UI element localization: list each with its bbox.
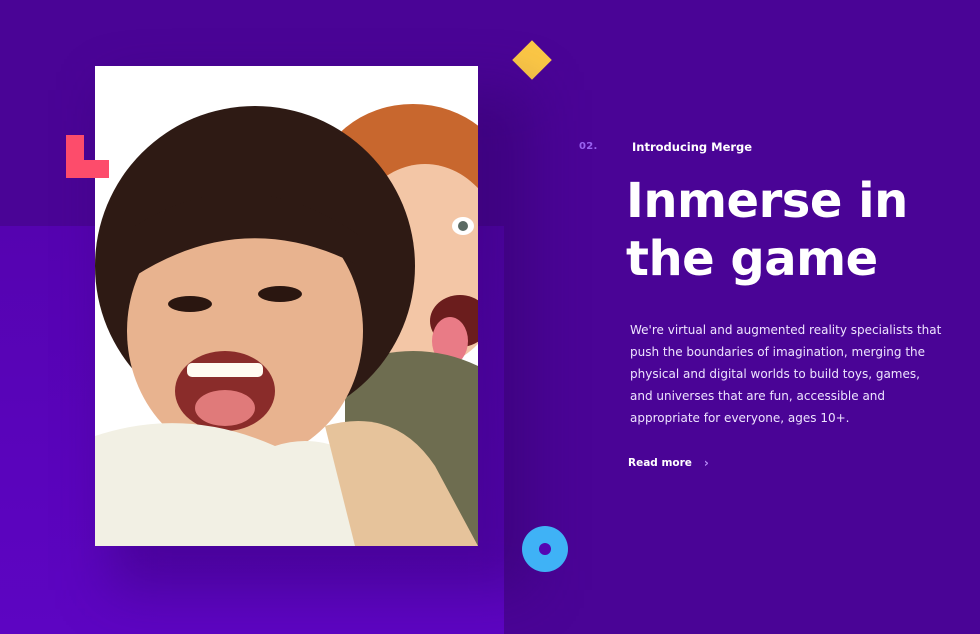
body-line-5: appropriate for everyone, ages 10+. (630, 411, 850, 425)
read-more-link[interactable]: Read more › (628, 457, 709, 469)
decorative-diamond (512, 40, 552, 80)
l-shape-decoration (66, 135, 109, 178)
headline-line-2: the game (626, 231, 878, 287)
section-eyebrow: Introducing Merge (632, 140, 753, 154)
body-line-3: physical and digital worlds to build toy… (630, 367, 920, 381)
hero-photo (95, 66, 478, 546)
decorative-ring (522, 526, 568, 572)
body-line-1: We're virtual and augmented reality spec… (630, 323, 942, 337)
body-copy: We're virtual and augmented reality spec… (630, 319, 942, 429)
read-more-label: Read more (628, 457, 692, 469)
headline-line-1: Inmerse in (626, 173, 908, 229)
section-number: 02. (579, 141, 598, 152)
kids-laughing-illustration (95, 66, 478, 546)
chevron-right-icon: › (703, 456, 709, 470)
headline: Inmerse in the game (626, 172, 966, 288)
body-line-2: push the boundaries of imagination, merg… (630, 345, 926, 359)
body-line-4: and universes that are fun, accessible a… (630, 389, 886, 403)
